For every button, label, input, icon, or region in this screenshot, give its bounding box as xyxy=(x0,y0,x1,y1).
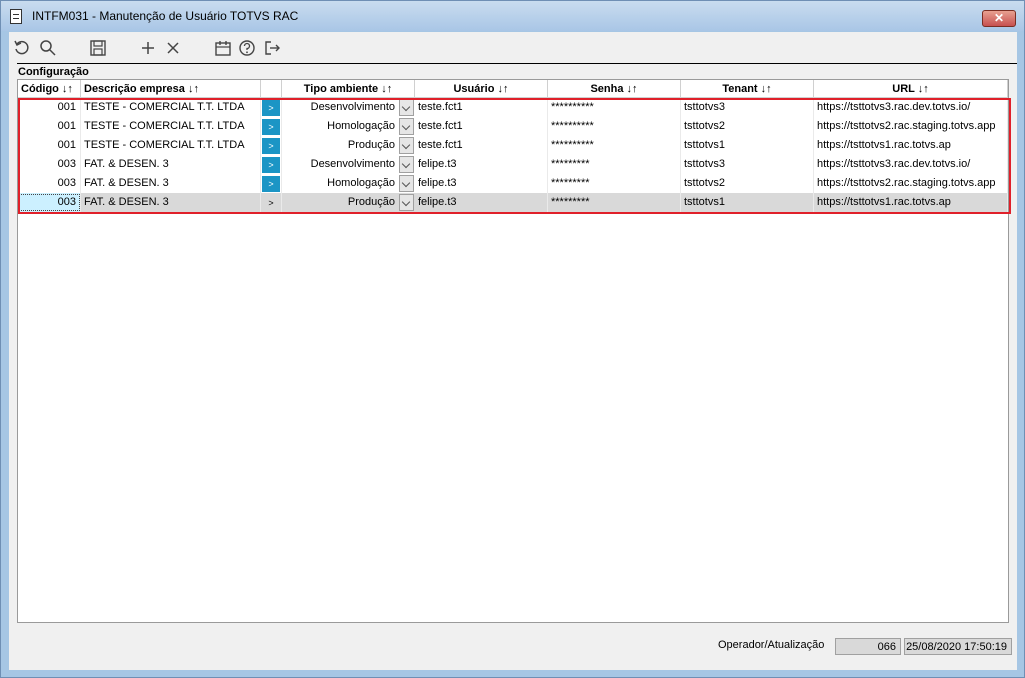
cell-action: > xyxy=(261,155,282,174)
cell-usuario[interactable]: teste.fct1 xyxy=(415,98,548,117)
cell-action: > xyxy=(261,98,282,117)
cell-usuario[interactable]: felipe.t3 xyxy=(415,155,548,174)
cell-usuario[interactable]: teste.fct1 xyxy=(415,136,548,155)
cell-descricao[interactable]: TESTE - COMERCIAL T.T. LTDA xyxy=(81,98,261,117)
app-window: INTFM031 - Manutenção de Usuário TOTVS R… xyxy=(0,0,1025,678)
column-header-button xyxy=(261,80,282,98)
cell-descricao[interactable]: TESTE - COMERCIAL T.T. LTDA xyxy=(81,117,261,136)
table-row[interactable]: 003 FAT. & DESEN. 3 > Homologação felipe.t3 *… xyxy=(18,174,1008,193)
cell-codigo[interactable]: 001 xyxy=(18,117,81,136)
chevron-down-icon[interactable] xyxy=(399,137,414,154)
column-header-tenant[interactable]: Tenant ↓↑ xyxy=(681,80,814,98)
cell-action: > xyxy=(261,174,282,193)
delete-icon[interactable] xyxy=(165,39,181,57)
cell-url[interactable]: https://tsttotvs1.rac.totvs.ap xyxy=(814,136,1008,155)
help-icon[interactable] xyxy=(238,39,256,57)
cell-descricao[interactable]: FAT. & DESEN. 3 xyxy=(81,155,261,174)
window-title: INTFM031 - Manutenção de Usuário TOTVS R… xyxy=(32,9,299,23)
chevron-down-icon[interactable] xyxy=(399,99,414,116)
cell-url[interactable]: https://tsttotvs3.rac.dev.totvs.io/ xyxy=(814,98,1008,117)
cell-usuario[interactable]: felipe.t3 xyxy=(415,193,548,212)
table-row[interactable]: 001 TESTE - COMERCIAL T.T. LTDA > Homologaç… xyxy=(18,117,1008,136)
cell-tenant[interactable]: tsttotvs3 xyxy=(681,98,814,117)
save-icon[interactable] xyxy=(89,39,107,57)
open-detail-button[interactable]: > xyxy=(262,176,280,192)
client-area: Configuração Código ↓↑ Descrição empresa… xyxy=(9,32,1017,670)
close-button[interactable]: ✕ xyxy=(982,10,1016,27)
chevron-down-icon[interactable] xyxy=(399,156,414,173)
section-title: Configuração xyxy=(18,66,89,78)
cell-senha[interactable]: ********** xyxy=(548,117,681,136)
cell-usuario[interactable]: felipe.t3 xyxy=(415,174,548,193)
cell-tipo[interactable]: Produção xyxy=(282,193,399,212)
column-header-url[interactable]: URL ↓↑ xyxy=(814,80,1008,98)
column-header-descricao[interactable]: Descrição empresa ↓↑ xyxy=(81,80,261,98)
configuration-grid[interactable]: Código ↓↑ Descrição empresa ↓↑ Tipo ambi… xyxy=(17,79,1009,623)
cell-action: > xyxy=(261,193,282,212)
cell-tenant[interactable]: tsttotvs2 xyxy=(681,174,814,193)
column-header-senha[interactable]: Senha ↓↑ xyxy=(548,80,681,98)
cell-tipo[interactable]: Desenvolvimento xyxy=(282,98,399,117)
open-detail-button[interactable]: > xyxy=(262,195,280,211)
cell-tenant[interactable]: tsttotvs1 xyxy=(681,136,814,155)
table-row[interactable]: 001 TESTE - COMERCIAL T.T. LTDA > Produção t… xyxy=(18,136,1008,155)
status-label: Operador/Atualização xyxy=(718,639,825,651)
cell-tenant[interactable]: tsttotvs2 xyxy=(681,117,814,136)
chevron-down-icon[interactable] xyxy=(399,194,414,211)
column-header-codigo[interactable]: Código ↓↑ xyxy=(18,80,81,98)
title-bar: INTFM031 - Manutenção de Usuário TOTVS R… xyxy=(1,1,1024,31)
cell-descricao[interactable]: FAT. & DESEN. 3 xyxy=(81,193,261,212)
cell-tenant[interactable]: tsttotvs3 xyxy=(681,155,814,174)
cell-codigo[interactable]: 003 xyxy=(18,174,81,193)
cell-senha[interactable]: ********** xyxy=(548,98,681,117)
open-detail-button[interactable]: > xyxy=(262,138,280,154)
open-detail-button[interactable]: > xyxy=(262,119,280,135)
cell-descricao[interactable]: TESTE - COMERCIAL T.T. LTDA xyxy=(81,136,261,155)
cell-url[interactable]: https://tsttotvs3.rac.dev.totvs.io/ xyxy=(814,155,1008,174)
cell-senha[interactable]: ********* xyxy=(548,193,681,212)
cell-tipo[interactable]: Desenvolvimento xyxy=(282,155,399,174)
cell-url[interactable]: https://tsttotvs2.rac.staging.totvs.app xyxy=(814,117,1008,136)
chevron-down-icon[interactable] xyxy=(399,118,414,135)
cell-codigo[interactable]: 001 xyxy=(18,136,81,155)
cell-senha[interactable]: ********* xyxy=(548,155,681,174)
column-header-tipo[interactable]: Tipo ambiente ↓↑ xyxy=(282,80,415,98)
cell-codigo[interactable]: 003 xyxy=(18,155,81,174)
column-header-usuario[interactable]: Usuário ↓↑ xyxy=(415,80,548,98)
table-row[interactable]: 003 FAT. & DESEN. 3 > Desenvolvimento felipe… xyxy=(18,155,1008,174)
cell-usuario[interactable]: teste.fct1 xyxy=(415,117,548,136)
cell-url[interactable]: https://tsttotvs2.rac.staging.totvs.app xyxy=(814,174,1008,193)
cell-codigo[interactable]: 001 xyxy=(18,98,81,117)
chevron-down-icon[interactable] xyxy=(399,175,414,192)
table-row[interactable]: 001 TESTE - COMERCIAL T.T. LTDA > Desenvolv… xyxy=(18,98,1008,117)
update-datetime: 25/08/2020 17:50:19 xyxy=(904,638,1012,655)
cell-codigo[interactable]: 003 xyxy=(18,193,81,212)
cell-tenant[interactable]: tsttotvs1 xyxy=(681,193,814,212)
cell-senha[interactable]: ********** xyxy=(548,136,681,155)
cell-action: > xyxy=(261,117,282,136)
operator-code: 066 xyxy=(835,638,901,655)
cell-tipo[interactable]: Produção xyxy=(282,136,399,155)
table-row[interactable]: 003 FAT. & DESEN. 3 > Produção felipe.t3 ****… xyxy=(18,193,1008,212)
exit-icon[interactable] xyxy=(263,39,281,57)
search-icon[interactable] xyxy=(39,39,57,57)
cell-tipo[interactable]: Homologação xyxy=(282,174,399,193)
open-detail-button[interactable]: > xyxy=(262,100,280,116)
cell-action: > xyxy=(261,136,282,155)
open-detail-button[interactable]: > xyxy=(262,157,280,173)
calendar-icon[interactable] xyxy=(214,39,232,57)
cell-senha[interactable]: ********* xyxy=(548,174,681,193)
add-icon[interactable] xyxy=(140,39,156,57)
refresh-icon[interactable] xyxy=(13,39,31,57)
cell-url[interactable]: https://tsttotvs1.rac.totvs.ap xyxy=(814,193,1008,212)
cell-descricao[interactable]: FAT. & DESEN. 3 xyxy=(81,174,261,193)
section-divider xyxy=(17,63,1017,64)
document-icon xyxy=(10,9,22,24)
cell-tipo[interactable]: Homologação xyxy=(282,117,399,136)
